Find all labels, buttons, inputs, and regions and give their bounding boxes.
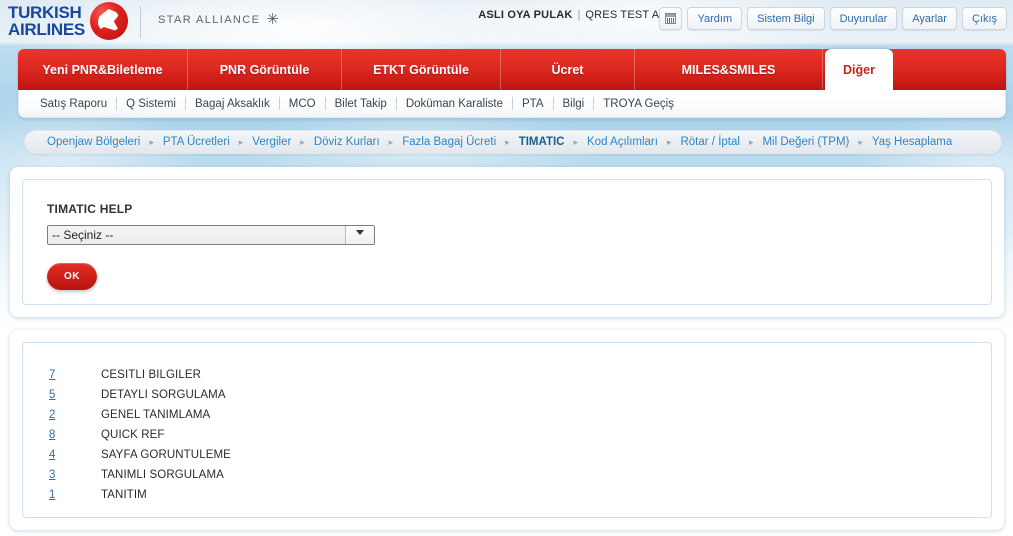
help-topic-link[interactable]: 1: [39, 489, 101, 501]
timatic-help-results-panel: 7 CESITLI BILGILER 5 DETAYLI SORGULAMA 2…: [10, 330, 1004, 530]
breadcrumb-item-fazla-bagaj-ucreti[interactable]: Fazla Bagaj Ücreti: [400, 136, 498, 148]
header-button-group: Yardım Sistem Bilgi Duyurular Ayarlar Çı…: [659, 7, 1007, 30]
submenu-item-dokuman-karaliste[interactable]: Doküman Karaliste: [397, 98, 512, 110]
calendar-button[interactable]: [659, 7, 683, 30]
chevron-right-icon: ▸: [388, 137, 394, 147]
logout-button[interactable]: Çıkış: [961, 7, 1007, 30]
breadcrumb-item-pta-ucretleri[interactable]: PTA Ücretleri: [161, 136, 232, 148]
breadcrumb-item-doviz-kurlari[interactable]: Döviz Kurları: [312, 136, 382, 148]
nav-tab-ucret[interactable]: Ücret: [501, 49, 635, 90]
chevron-right-icon: ▸: [573, 137, 578, 147]
breadcrumb-item-kod-acilimlari[interactable]: Kod Açılımları: [585, 136, 660, 148]
nav-tab-pnr-goruntule[interactable]: PNR Görüntüle: [188, 49, 342, 90]
help-topic-label: DETAYLI SORGULAMA: [101, 389, 226, 401]
list-item: 7 CESITLI BILGILER: [39, 365, 981, 385]
nav-tab-diger[interactable]: Diğer: [825, 49, 893, 90]
help-topic-link[interactable]: 2: [39, 409, 101, 421]
submenu-item-bagaj-aksaklik[interactable]: Bagaj Aksaklık: [186, 98, 279, 110]
list-item: 8 QUICK REF: [39, 425, 981, 445]
breadcrumb-item-vergiler[interactable]: Vergiler: [250, 136, 293, 148]
list-item: 2 GENEL TANIMLAMA: [39, 405, 981, 425]
help-topic-link[interactable]: 5: [39, 389, 101, 401]
system-info-button[interactable]: Sistem Bilgi: [747, 7, 825, 30]
submenu-item-bilet-takip[interactable]: Bilet Takip: [326, 98, 396, 110]
chevron-right-icon: ▸: [300, 137, 305, 147]
announcements-button[interactable]: Duyurular: [829, 7, 898, 30]
nav-tab-etkt-goruntule[interactable]: ETKT Görüntüle: [342, 49, 501, 90]
chevron-right-icon: ▸: [748, 137, 754, 147]
turkish-airlines-logo[interactable]: TURKISH AIRLINES: [8, 2, 128, 40]
chevron-right-icon: ▸: [149, 137, 154, 147]
logo-wordmark: TURKISH AIRLINES: [8, 4, 85, 38]
help-topic-label: CESITLI BILGILER: [101, 369, 202, 381]
breadcrumb-item-openjaw-bolgeleri[interactable]: Openjaw Bölgeleri: [45, 136, 142, 148]
submenu-item-satis-raporu[interactable]: Satış Raporu: [31, 98, 116, 110]
help-topic-list: 7 CESITLI BILGILER 5 DETAYLI SORGULAMA 2…: [39, 365, 981, 505]
nav-tab-miles-and-smiles[interactable]: MILES&SMILES: [635, 49, 823, 90]
list-item: 1 TANITIM: [39, 485, 981, 505]
star-alliance-star-icon: ✳: [266, 11, 279, 28]
help-topic-link[interactable]: 8: [39, 429, 101, 441]
settings-button[interactable]: Ayarlar: [902, 7, 957, 30]
help-topic-label: SAYFA GORUNTULEME: [101, 449, 231, 461]
timatic-topic-select[interactable]: -- Seçiniz --: [47, 225, 375, 245]
submenu-bar: Satış Raporu Q Sistemi Bagaj Aksaklık MC…: [18, 90, 1006, 118]
header-divider: [140, 6, 141, 38]
help-topic-label: QUICK REF: [101, 429, 165, 441]
timatic-help-results-inner-panel: 7 CESITLI BILGILER 5 DETAYLI SORGULAMA 2…: [22, 342, 992, 518]
help-topic-label: TANIMLI SORGULAMA: [101, 469, 224, 481]
breadcrumb-item-yas-hesaplama[interactable]: Yaş Hesaplama: [870, 136, 954, 148]
calendar-icon: [665, 13, 677, 24]
user-name: ASLI OYA PULAK: [478, 9, 573, 21]
submenu-item-q-sistemi[interactable]: Q Sistemi: [117, 98, 185, 110]
turkish-airlines-roundel-icon: [89, 2, 128, 40]
submenu-item-mco[interactable]: MCO: [280, 98, 325, 110]
list-item: 5 DETAYLI SORGULAMA: [39, 385, 981, 405]
star-alliance-label: STAR ALLIANCE: [158, 14, 261, 26]
chevron-right-icon: ▸: [505, 137, 510, 147]
help-topic-link[interactable]: 4: [39, 449, 101, 461]
timatic-help-panel: TIMATIC HELP -- Seçiniz -- OK: [10, 167, 1004, 317]
breadcrumb-item-timatic[interactable]: TIMATIC: [517, 136, 567, 148]
logo-line-1: TURKISH: [8, 3, 82, 22]
help-topic-link[interactable]: 3: [39, 469, 101, 481]
breadcrumb-item-mil-degeri-tpm[interactable]: Mil Değeri (TPM): [760, 136, 851, 148]
breadcrumb: Openjaw Bölgeleri ▸ PTA Ücretleri ▸ Verg…: [24, 130, 1002, 154]
star-alliance-logo: STAR ALLIANCE ✳: [158, 11, 279, 28]
timatic-help-inner-panel: TIMATIC HELP -- Seçiniz -- OK: [22, 179, 992, 305]
ok-button[interactable]: OK: [47, 263, 97, 290]
chevron-right-icon: ▸: [858, 137, 863, 147]
breadcrumb-item-rotar-iptal[interactable]: Rötar / İptal: [678, 136, 741, 148]
logo-line-2: AIRLINES: [8, 20, 85, 39]
nav-tab-yeni-pnr-biletleme[interactable]: Yeni PNR&Biletleme: [18, 49, 188, 90]
submenu-item-pta[interactable]: PTA: [513, 98, 553, 110]
user-info: ASLI OYA PULAK | QRES TEST AGT: [478, 9, 675, 21]
list-item: 3 TANIMLI SORGULAMA: [39, 465, 981, 485]
submenu-item-bilgi[interactable]: Bilgi: [554, 98, 594, 110]
help-topic-label: TANITIM: [101, 489, 147, 501]
page-header: TURKISH AIRLINES STAR ALLIANCE ✳ ASLI OY…: [0, 0, 1013, 46]
help-topic-label: GENEL TANIMLAMA: [101, 409, 211, 421]
chevron-right-icon: ▸: [238, 137, 244, 147]
help-button[interactable]: Yardım: [687, 7, 743, 30]
list-item: 4 SAYFA GORUNTULEME: [39, 445, 981, 465]
chevron-right-icon: ▸: [666, 137, 672, 147]
page-title: TIMATIC HELP: [47, 202, 133, 216]
main-navigation: Yeni PNR&Biletleme PNR Görüntüle ETKT Gö…: [18, 49, 1006, 90]
help-topic-link[interactable]: 7: [39, 369, 101, 381]
submenu-item-troya-gecis[interactable]: TROYA Geçiş: [594, 98, 683, 110]
user-separator: |: [577, 9, 581, 21]
